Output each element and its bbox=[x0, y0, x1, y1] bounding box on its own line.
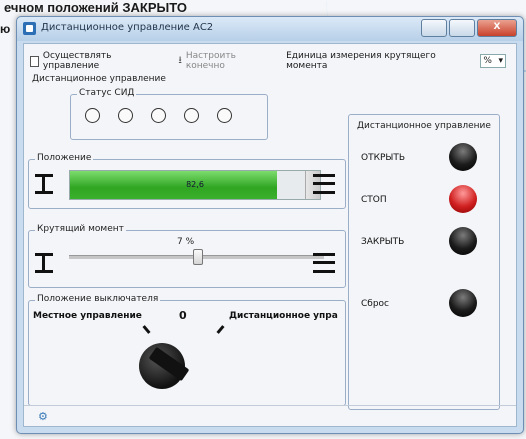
closed-torque-icon bbox=[35, 253, 53, 273]
unit-label: Единица измерения крутящего момента bbox=[286, 51, 436, 71]
position-value: 82,6 bbox=[186, 180, 204, 189]
open-position-icon bbox=[313, 174, 335, 194]
stop-button[interactable] bbox=[449, 185, 477, 213]
main-window: Дистанционное управление АС2 X Осуществл… bbox=[16, 16, 524, 434]
open-torque-icon bbox=[313, 253, 335, 273]
position-label: Положение bbox=[35, 153, 94, 163]
background-heading: ечном положений ЗАКРЫТО bbox=[4, 0, 187, 15]
status-led bbox=[151, 108, 166, 123]
unit-dropdown[interactable]: % ▾ bbox=[480, 54, 506, 68]
local-control-label: Местное управление bbox=[33, 311, 142, 321]
remote-control-label: Дистанционное упра bbox=[229, 311, 338, 321]
unit-control: Единица измерения крутящего момента % ▾ bbox=[286, 51, 506, 71]
app-icon bbox=[23, 22, 36, 35]
position-group: Положение 82,6 bbox=[28, 153, 346, 209]
window-title: Дистанционное управление АС2 bbox=[41, 22, 214, 33]
status-led bbox=[118, 108, 133, 123]
close-label: ЗАКРЫТЬ bbox=[361, 237, 405, 247]
configure-label: Настроить конечно bbox=[185, 51, 236, 71]
torque-value: 7 % bbox=[177, 237, 195, 247]
connect-control[interactable]: Осуществлять управление bbox=[30, 51, 168, 71]
network-icon: ⚙ bbox=[38, 410, 48, 423]
remote-panel-title: Дистанционное управление bbox=[357, 121, 491, 131]
torque-group: Крутящий момент 7 % bbox=[28, 224, 346, 288]
maximize-button[interactable] bbox=[449, 19, 475, 37]
stop-label: СТОП bbox=[361, 195, 387, 205]
unit-value: % bbox=[483, 56, 492, 66]
torque-slider-thumb[interactable] bbox=[192, 249, 203, 265]
remote-control-panel: Дистанционное управление ОТКРЫТЬ СТОП ЗА… bbox=[348, 114, 500, 410]
connect-label: Осуществлять управление bbox=[42, 51, 112, 71]
switch-label: Положение выключателя bbox=[35, 294, 161, 304]
configure-control[interactable]: ⭳ Настроить конечно bbox=[178, 51, 276, 71]
closed-position-icon bbox=[35, 174, 53, 194]
remote-section-label: Дистанционное управление bbox=[32, 74, 166, 84]
document-icon bbox=[30, 55, 39, 67]
toolbar: Осуществлять управление ⭳ Настроить коне… bbox=[30, 51, 516, 71]
torque-label: Крутящий момент bbox=[35, 224, 126, 234]
close-button[interactable]: X bbox=[477, 19, 517, 37]
status-bar: ⚙ bbox=[24, 405, 516, 426]
led-status-group: Статус СИД bbox=[70, 88, 268, 140]
selector-switch-knob[interactable] bbox=[139, 343, 190, 389]
zero-label: 0 bbox=[179, 309, 187, 322]
title-bar[interactable]: Дистанционное управление АС2 X bbox=[17, 17, 523, 41]
status-led bbox=[217, 108, 232, 123]
download-icon: ⭳ bbox=[178, 54, 182, 66]
chevron-down-icon: ▾ bbox=[498, 56, 503, 66]
position-progress-bar: 82,6 bbox=[69, 170, 321, 200]
remote-tick bbox=[216, 325, 225, 334]
background-fragment: ю bbox=[0, 22, 11, 36]
local-tick bbox=[142, 325, 151, 334]
reset-label: Сброс bbox=[361, 299, 390, 309]
open-button[interactable] bbox=[449, 143, 477, 171]
switch-group: Положение выключателя Местное управление… bbox=[28, 294, 346, 406]
minimize-button[interactable] bbox=[421, 19, 447, 37]
status-led bbox=[85, 108, 100, 123]
led-status-label: Статус СИД bbox=[77, 88, 137, 98]
open-label: ОТКРЫТЬ bbox=[361, 153, 406, 163]
status-led bbox=[184, 108, 199, 123]
knob-pointer bbox=[148, 346, 190, 382]
close-command-button[interactable] bbox=[449, 227, 477, 255]
reset-button[interactable] bbox=[449, 289, 477, 317]
client-area: Осуществлять управление ⭳ Настроить коне… bbox=[23, 43, 517, 427]
